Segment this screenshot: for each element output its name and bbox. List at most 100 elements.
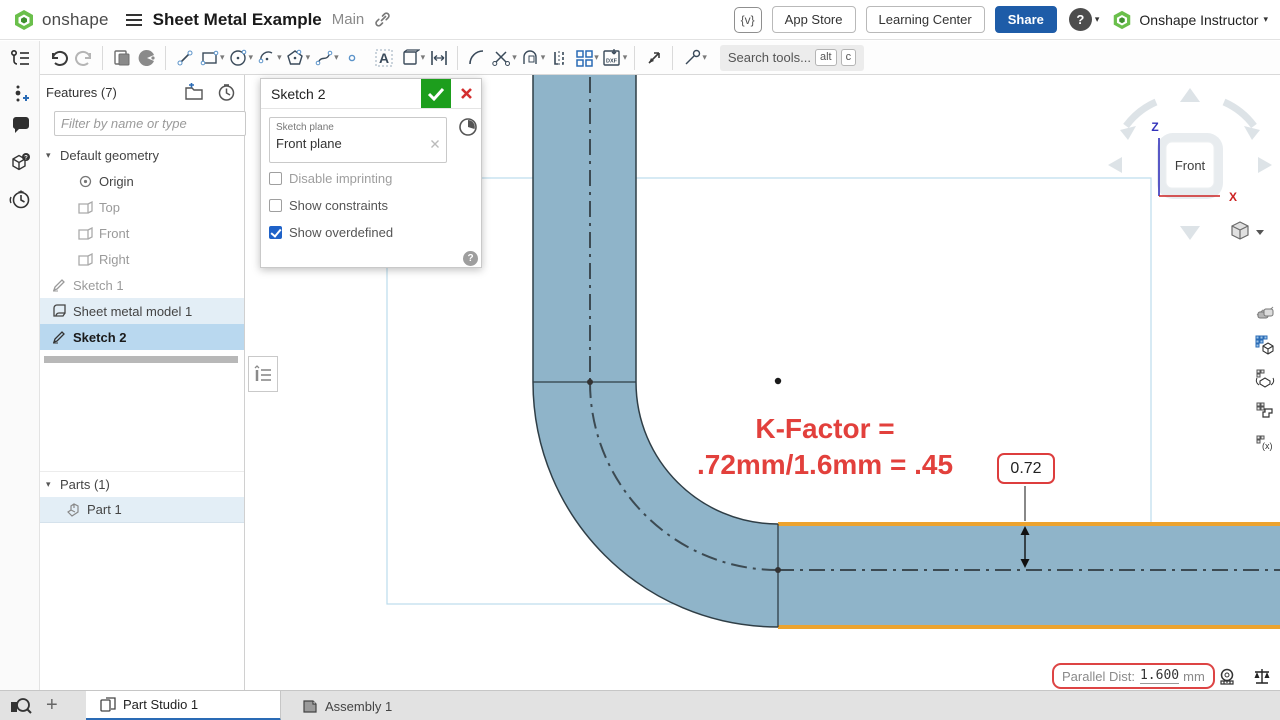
checkbox-icon[interactable] — [269, 172, 282, 185]
arc-tool-button[interactable] — [254, 45, 279, 71]
circle-tool-button[interactable] — [226, 45, 251, 71]
chevron-down-icon[interactable]: ▾ — [46, 150, 60, 161]
tree-node-plane-front[interactable]: Front — [40, 220, 244, 246]
appearance-panel-button[interactable] — [1250, 296, 1279, 327]
tab-part-studio-1[interactable]: Part Studio 1 — [86, 691, 281, 720]
dimension-tool-button[interactable] — [426, 45, 451, 71]
dialog-help-icon[interactable]: ? — [463, 251, 478, 266]
measure-value-field[interactable]: 1.600 — [1140, 668, 1179, 684]
learning-center-button[interactable]: Learning Center — [866, 6, 985, 33]
mass-properties-button[interactable] — [1252, 667, 1272, 687]
construction-dropdown-icon[interactable]: ▾ — [702, 52, 707, 63]
view-cube[interactable]: Front Z X — [1100, 80, 1280, 250]
dialog-accept-button[interactable] — [421, 79, 451, 108]
tree-node-part1[interactable]: Part 1 — [40, 497, 244, 523]
undo-button[interactable] — [46, 45, 71, 71]
folded-view-button[interactable] — [1250, 362, 1279, 393]
comments-button[interactable] — [8, 113, 32, 137]
tree-node-plane-right[interactable]: Right — [40, 246, 244, 272]
search-tools-box[interactable]: Search tools... alt c — [720, 45, 864, 71]
tree-node-sketch2-selected[interactable]: Sketch 2 — [40, 324, 244, 350]
tree-node-sketch1[interactable]: Sketch 1 — [40, 272, 244, 298]
pattern-tool-button[interactable] — [571, 45, 596, 71]
boolean-button[interactable] — [109, 45, 134, 71]
tree-node-origin[interactable]: Origin — [40, 168, 244, 194]
measure-result-box[interactable]: Parallel Dist: 1.600 mm — [1052, 663, 1215, 689]
help-button[interactable]: ? — [1069, 8, 1092, 31]
parts-help-button[interactable]: ? — [8, 151, 32, 175]
rollback-bar[interactable] — [44, 356, 238, 363]
split-button[interactable] — [134, 45, 159, 71]
measure-tool-button[interactable] — [1218, 667, 1238, 687]
view-spin-arrows[interactable] — [1126, 102, 1254, 126]
insert-dxf-button[interactable]: DXF — [600, 45, 625, 71]
construction-tool-button[interactable] — [679, 45, 704, 71]
app-store-button[interactable]: App Store — [772, 6, 856, 33]
spline-dropdown-icon[interactable]: ▾ — [334, 52, 339, 63]
feature-list-toggle-button[interactable] — [8, 47, 32, 71]
rectangle-tool-button[interactable] — [197, 45, 222, 71]
flat-pattern-view-button[interactable] — [1250, 329, 1279, 360]
document-menu-icon[interactable] — [125, 13, 143, 27]
point-tool-button[interactable] — [340, 45, 365, 71]
bend-center-point[interactable] — [775, 378, 781, 384]
arc-dropdown-icon[interactable]: ▾ — [277, 52, 282, 63]
offset-dropdown-icon[interactable]: ▾ — [541, 52, 546, 63]
share-button[interactable]: Share — [995, 6, 1057, 33]
view-options-cube-icon[interactable] — [1232, 222, 1264, 239]
sketch-point[interactable] — [587, 379, 593, 385]
share-link-icon[interactable] — [374, 11, 391, 28]
line-tool-button[interactable] — [172, 45, 197, 71]
user-caret-icon[interactable]: ▾ — [1263, 14, 1268, 25]
checkbox-disable-imprinting[interactable]: Disable imprinting — [269, 171, 392, 186]
view-options-caret[interactable] — [1256, 230, 1264, 235]
featurescript-icon[interactable]: {v} — [734, 7, 762, 33]
dimension-value-box[interactable]: 0.72 — [997, 453, 1055, 484]
dxf-dropdown-icon[interactable]: ▾ — [623, 52, 628, 63]
use-dropdown-icon[interactable]: ▾ — [421, 52, 426, 63]
checkbox-show-constraints[interactable]: Show constraints — [269, 198, 388, 213]
history-button[interactable] — [8, 187, 32, 211]
tree-node-default-geometry[interactable]: ▾ Default geometry — [40, 142, 244, 168]
new-tab-button[interactable]: + — [46, 694, 58, 717]
rectangle-dropdown-icon[interactable]: ▾ — [220, 52, 225, 63]
new-folder-icon[interactable] — [183, 83, 205, 101]
pattern-dropdown-icon[interactable]: ▾ — [594, 52, 599, 63]
filter-input[interactable] — [54, 111, 246, 136]
dialog-cancel-button[interactable] — [451, 79, 481, 108]
sketch-plane-field[interactable]: Sketch plane Front plane — [269, 117, 447, 163]
fillet-tool-button[interactable] — [464, 45, 489, 71]
rollback-handle-button[interactable] — [248, 356, 278, 392]
document-title[interactable]: Sheet Metal Example — [153, 10, 322, 30]
sketch-text-button[interactable]: A — [373, 45, 398, 71]
redo-button[interactable] — [71, 45, 96, 71]
mirror-tool-button[interactable] — [546, 45, 571, 71]
circle-dropdown-icon[interactable]: ▾ — [249, 52, 254, 63]
workspace-name[interactable]: Main — [332, 11, 365, 28]
feature-history-icon[interactable] — [217, 83, 236, 102]
deferred-update-clock-icon[interactable] — [458, 117, 478, 137]
spline-tool-button[interactable] — [311, 45, 336, 71]
tree-node-parts-header[interactable]: ▾ Parts (1) — [40, 471, 244, 497]
chevron-down-icon[interactable]: ▾ — [46, 479, 60, 490]
checkbox-show-overdefined[interactable]: Show overdefined — [269, 225, 393, 240]
tab-assembly-1[interactable]: Assembly 1 — [288, 691, 430, 720]
bend-calculation-button[interactable]: (x) — [1250, 428, 1279, 459]
sketch-point[interactable] — [775, 567, 781, 573]
help-caret-icon[interactable]: ▾ — [1095, 14, 1100, 25]
onshape-logo-icon[interactable] — [12, 8, 36, 32]
sheet-metal-table-button[interactable] — [1250, 395, 1279, 426]
search-tabs-button[interactable] — [10, 696, 32, 716]
offset-tool-button[interactable] — [518, 45, 543, 71]
trim-dropdown-icon[interactable]: ▾ — [512, 52, 517, 63]
trim-tool-button[interactable] — [489, 45, 514, 71]
versions-button[interactable] — [8, 83, 32, 107]
clear-selection-icon[interactable] — [430, 139, 440, 149]
onshape-logo-text[interactable]: onshape — [42, 10, 109, 30]
tree-node-sheet-metal-model[interactable]: Sheet metal model 1 — [40, 298, 244, 324]
polygon-tool-button[interactable] — [283, 45, 308, 71]
use-convert-button[interactable] — [398, 45, 423, 71]
tree-node-plane-top[interactable]: Top — [40, 194, 244, 220]
inspect-tool-button[interactable] — [641, 45, 666, 71]
user-name[interactable]: Onshape Instructor — [1139, 12, 1258, 28]
